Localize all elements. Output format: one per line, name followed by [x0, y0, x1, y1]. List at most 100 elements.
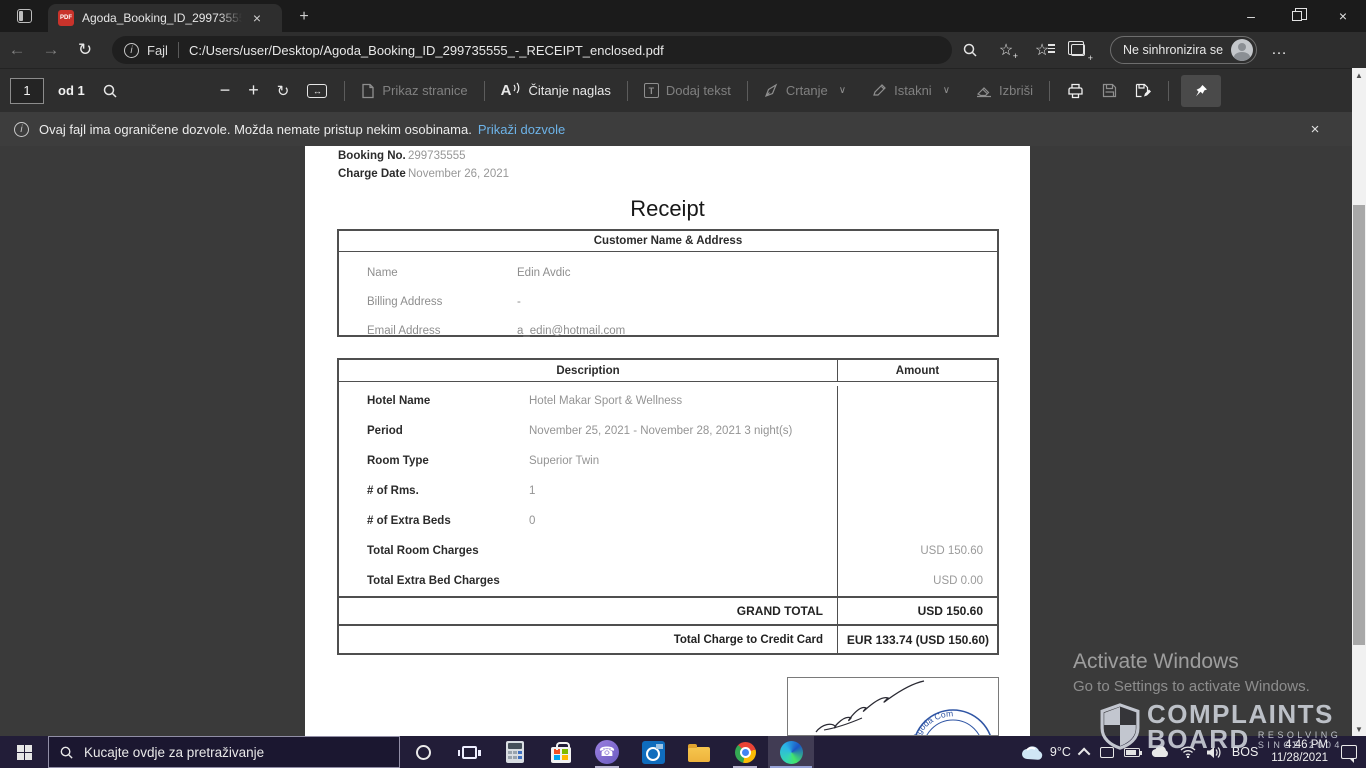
clock-time: 4:46 PM	[1271, 739, 1328, 752]
table-row: Email Addressa_edin@hotmail.com	[339, 316, 997, 345]
erase-button[interactable]: Izbriši	[968, 75, 1041, 107]
display-icon	[1100, 747, 1114, 758]
weather-button[interactable]: 9°C	[1015, 736, 1076, 768]
weather-cloud-icon	[1020, 744, 1044, 760]
customer-table: Customer Name & Address NameEdin Avdic B…	[337, 229, 999, 337]
edge-button[interactable]	[768, 736, 814, 768]
save-icon	[1102, 83, 1117, 98]
pin-toolbar-button[interactable]	[1181, 75, 1221, 107]
new-tab-button[interactable]: +	[293, 7, 315, 27]
onedrive-tray-button[interactable]	[1145, 736, 1175, 768]
show-permissions-link[interactable]: Prikaži dozvole	[478, 122, 565, 137]
read-aloud-button[interactable]: A Čitanje naglas	[493, 75, 619, 107]
favorites-list-button[interactable]: ☆	[1024, 35, 1060, 65]
page-info-icon[interactable]: i	[124, 43, 139, 58]
scrollbar-thumb[interactable]	[1353, 205, 1365, 645]
wifi-tray-button[interactable]	[1175, 736, 1201, 768]
browser-navbar: ← → ↻ i Fajl C:/Users/user/Desktop/Agoda…	[0, 32, 1366, 68]
window-restore-button[interactable]	[1274, 0, 1320, 32]
fit-width-button[interactable]: ↔	[298, 75, 336, 107]
address-url[interactable]: C:/Users/user/Desktop/Agoda_Booking_ID_2…	[189, 43, 664, 58]
address-bar[interactable]: i Fajl C:/Users/user/Desktop/Agoda_Booki…	[112, 36, 952, 64]
svg-text:Agoda Com: Agoda Com	[911, 708, 954, 735]
pdf-search-button[interactable]	[93, 75, 127, 107]
windows-logo-icon	[17, 745, 32, 760]
browser-menu-button[interactable]: …	[1271, 41, 1288, 59]
task-view-button[interactable]	[446, 736, 492, 768]
battery-tray-button[interactable]	[1119, 736, 1145, 768]
signature-stamp-icon: Agoda Com	[788, 678, 998, 735]
table-row: Total Extra Bed ChargesUSD 0.00	[339, 566, 997, 596]
file-explorer-button[interactable]	[676, 736, 722, 768]
page-view-button[interactable]: Prikaz stranice	[353, 75, 475, 107]
zoom-search-button[interactable]	[952, 35, 988, 65]
window-close-button[interactable]: ×	[1320, 0, 1366, 32]
zoom-in-button[interactable]: +	[239, 75, 268, 107]
address-divider	[178, 42, 179, 58]
taskbar-clock[interactable]: 4:46 PM 11/28/2021	[1263, 739, 1336, 765]
browser-tab[interactable]: PDF Agoda_Booking_ID_299735555_ ×	[48, 4, 282, 32]
chevron-down-icon: ∨	[839, 85, 846, 96]
outlook-button[interactable]	[630, 736, 676, 768]
save-as-icon	[1135, 83, 1151, 98]
fit-width-icon: ↔	[307, 84, 327, 98]
calculator-button[interactable]	[492, 736, 538, 768]
zoom-out-button[interactable]: −	[211, 75, 240, 107]
display-tray-button[interactable]	[1095, 736, 1119, 768]
scroll-up-icon[interactable]: ▲	[1352, 68, 1366, 82]
pdf-page: Booking No. 299735555 Charge Date Novemb…	[305, 146, 1030, 736]
store-button[interactable]	[538, 736, 584, 768]
calculator-icon	[506, 741, 524, 763]
volume-tray-button[interactable]	[1201, 736, 1227, 768]
action-center-button[interactable]	[1336, 736, 1362, 768]
add-favorite-button[interactable]: ☆ +	[988, 35, 1024, 65]
collections-button[interactable]: +	[1060, 35, 1096, 65]
add-text-button[interactable]: T Dodaj tekst	[636, 75, 739, 107]
search-icon	[102, 83, 118, 99]
rotate-button[interactable]: ↻	[268, 75, 299, 107]
viber-icon: ☎	[595, 740, 619, 764]
language-switcher[interactable]: BOS	[1227, 736, 1263, 768]
highlight-button[interactable]: Istakni ∨	[864, 75, 958, 107]
vertical-scrollbar[interactable]: ▲ ▼	[1352, 68, 1366, 736]
refresh-button[interactable]: ↻	[68, 35, 102, 65]
read-aloud-icon: A	[501, 82, 512, 99]
signature-box: Agoda Com	[787, 677, 999, 736]
scroll-down-icon[interactable]: ▼	[1352, 722, 1366, 736]
tab-actions-icon[interactable]	[17, 9, 32, 23]
print-button[interactable]	[1058, 75, 1093, 107]
viber-button[interactable]: ☎	[584, 736, 630, 768]
table-row: Room TypeSuperior Twin	[339, 446, 997, 476]
table-row: # of Extra Beds0	[339, 506, 997, 536]
window-minimize-button[interactable]: –	[1228, 0, 1274, 32]
outlook-icon	[642, 741, 665, 764]
permissions-info-bar: i Ovaj fajl ima ograničene dozvole. Možd…	[0, 112, 1366, 146]
taskbar-search-input[interactable]: Kucajte ovdje za pretraživanje	[48, 736, 400, 768]
tray-expand-button[interactable]	[1076, 736, 1095, 768]
folder-icon	[688, 747, 710, 762]
search-icon	[59, 745, 74, 760]
infobar-close-icon[interactable]: ×	[1302, 116, 1328, 142]
profile-button[interactable]: Ne sinhronizira se	[1110, 36, 1257, 64]
chrome-button[interactable]	[722, 736, 768, 768]
save-as-button[interactable]	[1126, 75, 1160, 107]
sync-status-label: Ne sinhronizira se	[1123, 43, 1223, 57]
tab-close-icon[interactable]: ×	[248, 9, 266, 27]
pin-icon	[1194, 84, 1208, 98]
forward-button[interactable]: →	[34, 35, 68, 65]
table-row: Total Room ChargesUSD 150.60	[339, 536, 997, 566]
taskbar: Kucajte ovdje za pretraživanje ☎ 9°C	[0, 736, 1366, 768]
customer-table-header: Customer Name & Address	[339, 231, 997, 252]
page-number-input[interactable]: 1	[10, 78, 44, 104]
credit-card-row: Total Charge to Credit Card EUR 133.74 (…	[339, 624, 997, 653]
avatar	[1231, 39, 1253, 61]
pdf-viewer-canvas[interactable]: Booking No. 299735555 Charge Date Novemb…	[0, 146, 1366, 736]
save-button[interactable]	[1093, 75, 1126, 107]
back-button[interactable]: ←	[0, 35, 34, 65]
charges-table-header: Description Amount	[339, 360, 997, 381]
edge-icon	[780, 741, 803, 764]
cortana-button[interactable]	[400, 736, 446, 768]
info-icon: i	[14, 122, 29, 137]
draw-button[interactable]: Crtanje ∨	[756, 75, 854, 107]
start-button[interactable]	[0, 736, 48, 768]
